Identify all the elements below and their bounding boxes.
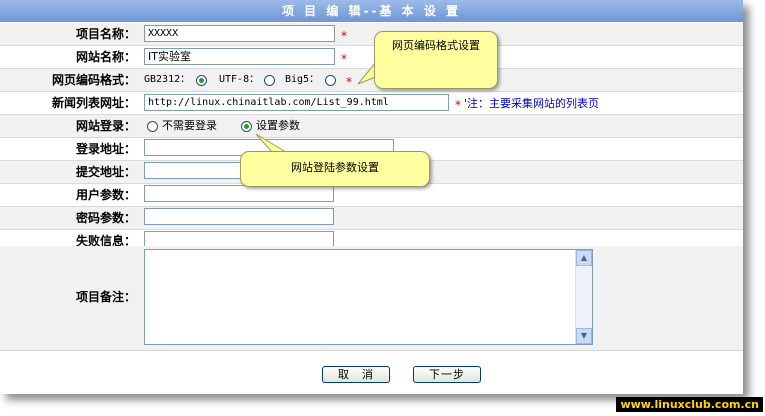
required-mark: * xyxy=(455,98,461,112)
encoding-gb2312-radio[interactable] xyxy=(196,75,207,86)
submit-url-label: 提交地址： xyxy=(75,165,136,179)
login-not-required-radio[interactable] xyxy=(147,121,158,132)
encoding-option-gb2312-label: GB2312： xyxy=(144,74,191,85)
next-step-button[interactable]: 下一步 xyxy=(413,366,481,383)
site-name-label: 网站名称： xyxy=(75,50,136,64)
remarks-label: 项目备注： xyxy=(75,290,136,304)
watermark: www.linuxclub.com.cn xyxy=(616,397,763,412)
encoding-callout: 网页编码格式设置 xyxy=(374,31,498,89)
encoding-option-big5-label: Big5： xyxy=(285,74,320,85)
scroll-up-icon[interactable]: ▲ xyxy=(576,250,592,266)
list-url-note: '注：主要采集网站的列表页 xyxy=(464,97,600,110)
cancel-button[interactable]: 取 消 xyxy=(322,366,390,383)
user-param-label: 用户参数： xyxy=(75,188,136,202)
remarks-scrollbar[interactable]: ▲ ▼ xyxy=(575,250,592,344)
encoding-utf8-radio[interactable] xyxy=(264,75,275,86)
password-param-input[interactable] xyxy=(144,208,334,225)
row-user-param: 用户参数： xyxy=(0,184,743,207)
row-list-url: 新闻列表网址： http://linux.chinaitlab.com/List… xyxy=(0,92,743,115)
encoding-big5-radio[interactable] xyxy=(325,75,336,86)
user-param-input[interactable] xyxy=(144,185,334,202)
site-name-input[interactable]: IT实验室 xyxy=(144,48,335,65)
site-login-label: 网站登录： xyxy=(75,119,136,133)
row-password-param: 密码参数： xyxy=(0,207,743,230)
row-site-login: 网站登录： 不需要登录 设置参数 xyxy=(0,115,743,138)
login-callout: 网站登陆参数设置 xyxy=(240,151,430,187)
list-url-input[interactable]: http://linux.chinaitlab.com/List_99.html xyxy=(144,94,449,111)
list-url-label: 新闻列表网址： xyxy=(51,96,136,110)
project-name-label: 项目名称： xyxy=(75,27,136,41)
remarks-textarea[interactable]: ▲ ▼ xyxy=(144,249,593,345)
password-param-label: 密码参数： xyxy=(75,211,136,225)
required-mark: * xyxy=(341,29,347,43)
scroll-down-icon[interactable]: ▼ xyxy=(576,328,592,344)
login-set-params-radio[interactable] xyxy=(241,121,252,132)
login-url-label: 登录地址： xyxy=(75,142,136,156)
login-not-required-label: 不需要登录 xyxy=(162,119,217,132)
project-name-input[interactable]: XXXXX xyxy=(144,25,335,42)
row-project-name: 项目名称： XXXXX * xyxy=(0,23,743,46)
panel-title: 项 目 编 辑--基 本 设 置 xyxy=(0,0,743,22)
required-mark: * xyxy=(341,52,347,66)
encoding-label: 网页编码格式： xyxy=(51,73,136,87)
encoding-option-utf8-label: UTF-8： xyxy=(219,74,260,85)
